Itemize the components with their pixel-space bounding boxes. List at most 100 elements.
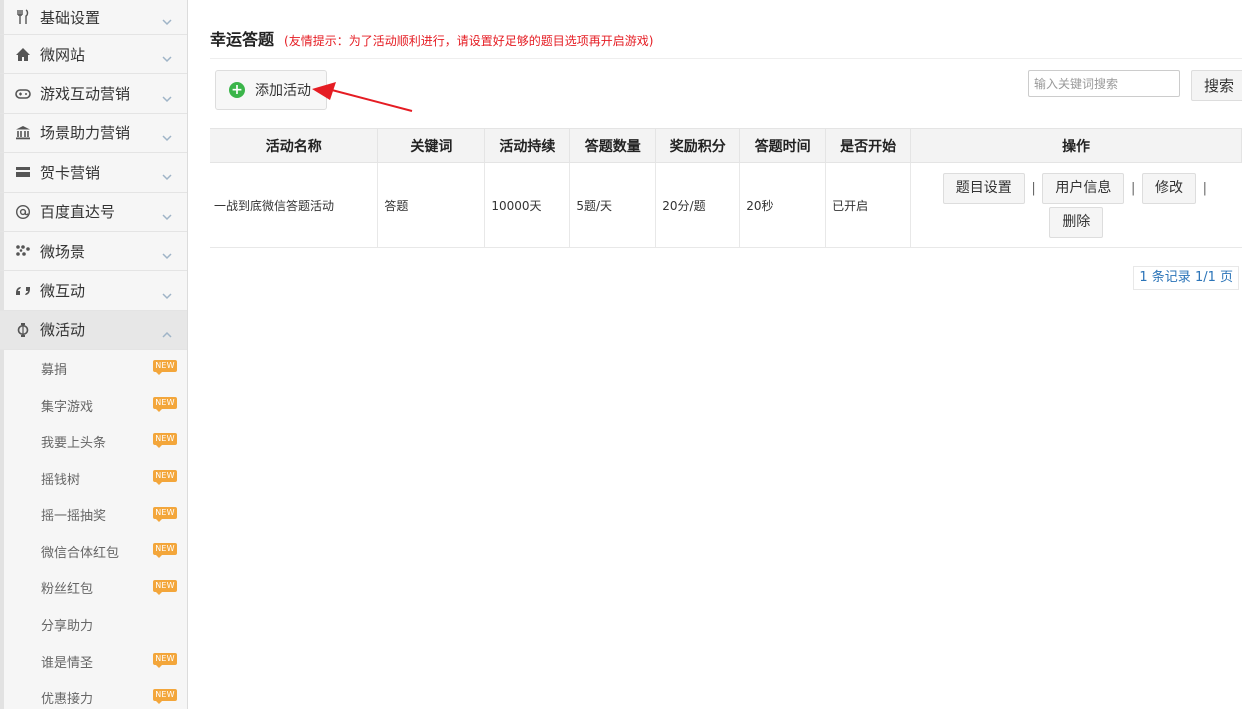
sidebar-item-label: 微活动 [40, 321, 86, 340]
lantern-icon [14, 321, 32, 339]
new-badge: NEW [153, 469, 177, 485]
chevron-down-icon [161, 207, 173, 220]
sidebar-item-label: 游戏互动营销 [40, 85, 131, 104]
divider [210, 58, 1242, 59]
card-icon [14, 163, 32, 181]
user-info-button[interactable]: 用户信息 [1042, 172, 1125, 204]
points-cell: 20分/题 [655, 162, 740, 248]
sidebar-item-scene-assist[interactable]: 场景助力营销 [0, 114, 187, 154]
chevron-down-icon [161, 89, 173, 102]
hint-text: (友情提示：为了活动顺利进行，请设置好足够的题目选项再开启游戏) [284, 34, 654, 48]
new-badge: NEW [153, 689, 177, 705]
operations-cell: 题目设置 | 用户信息 | 修改 | 删除 [910, 162, 1242, 248]
sidebar-item-basic-settings[interactable]: 基础设置 [0, 0, 187, 35]
sidebar-subitem-love-master[interactable]: 谁是情圣 NEW [0, 643, 187, 680]
sidebar-item-greeting-card[interactable]: 贺卡营销 [0, 153, 187, 193]
question-settings-button[interactable]: 题目设置 [942, 172, 1025, 204]
sidebar-subitem-label: 谁是情圣 [41, 655, 94, 671]
sidebar-item-micro-activity[interactable]: 微活动 [0, 310, 187, 351]
sidebar-item-baidu-direct[interactable]: 百度直达号 [0, 193, 187, 232]
column-header: 活动名称 [210, 128, 379, 163]
sidebar-item-label: 微互动 [40, 282, 86, 301]
app-root: 基础设置 微网站 游戏互动营销 场景助力营销 贺卡营销 百度直达号 微场景 微互… [0, 0, 1242, 709]
sidebar-subitem-label: 优惠接力 [41, 692, 94, 708]
sidebar-item-label: 微网站 [40, 45, 86, 64]
delete-button[interactable]: 删除 [1049, 206, 1104, 238]
chevron-down-icon [161, 49, 173, 63]
sidebar-item-game-marketing[interactable]: 游戏互动营销 [0, 74, 187, 114]
sidebar-item-label: 场景助力营销 [40, 124, 131, 143]
table-row: 一战到底微信答题活动 答题 10000天 5题/天 20分/题 20秒 已开启 … [210, 162, 1242, 248]
sidebar-item-label: 微场景 [40, 242, 86, 261]
sidebar: 基础设置 微网站 游戏互动营销 场景助力营销 贺卡营销 百度直达号 微场景 微互… [0, 0, 188, 709]
column-header: 活动持续 [484, 128, 571, 163]
gamepad-icon [14, 85, 32, 103]
sidebar-subitem-label: 微信合体红包 [41, 545, 120, 561]
sidebar-subitem-share-assist[interactable]: 分享助力 [0, 606, 187, 643]
column-header: 是否开始 [825, 128, 912, 163]
chevron-down-icon [161, 286, 173, 299]
sidebar-subitem-label: 分享助力 [41, 619, 94, 635]
sidebar-subitem-fan-red-packet[interactable]: 粉丝红包 NEW [0, 570, 187, 607]
search-button[interactable]: 搜索 [1191, 70, 1242, 101]
answer-time-cell: 20秒 [739, 162, 826, 248]
column-header: 答题数量 [569, 128, 657, 163]
chevron-down-icon [161, 167, 173, 181]
column-header: 关键词 [377, 128, 486, 163]
keyword-cell: 答题 [377, 162, 485, 248]
sidebar-item-micro-interaction[interactable]: 微互动 [0, 271, 187, 311]
activity-table: 活动名称 关键词 活动持续 答题数量 奖励积分 答题时间 是否开始 操作 一战到… [210, 128, 1242, 248]
table-header-row: 活动名称 关键词 活动持续 答题数量 奖励积分 答题时间 是否开始 操作 [210, 128, 1242, 163]
grid-dots-icon [14, 242, 32, 260]
question-count-cell: 5题/天 [569, 162, 656, 248]
red-arrow-annotation [312, 82, 413, 112]
column-header: 答题时间 [739, 128, 827, 163]
sidebar-item-label: 基础设置 [40, 8, 101, 27]
utensils-icon [14, 8, 32, 26]
edit-button[interactable]: 修改 [1142, 172, 1197, 204]
sidebar-subitem-combined-red-packet[interactable]: 微信合体红包 NEW [0, 533, 187, 570]
separator: | [1031, 180, 1036, 196]
sidebar-subitem-word-collect[interactable]: 集字游戏 NEW [0, 387, 187, 424]
sidebar-item-micro-website[interactable]: 微网站 [0, 35, 187, 75]
at-icon [14, 203, 32, 221]
sidebar-item-label: 百度直达号 [40, 203, 116, 222]
sidebar-subitem-donation[interactable]: 募捐 NEW [0, 350, 187, 387]
separator: | [1202, 180, 1208, 196]
pagination-info: 1 条记录 1/1 页 [1133, 266, 1239, 290]
sidebar-subitem-label: 摇钱树 [41, 472, 81, 488]
sidebar-subitem-label: 粉丝红包 [41, 582, 94, 598]
activity-name-cell: 一战到底微信答题活动 [210, 162, 378, 248]
main-content: 幸运答题 (友情提示：为了活动顺利进行，请设置好足够的题目选项再开启游戏) + … [210, 0, 1242, 709]
column-header: 操作 [910, 128, 1242, 163]
sidebar-subitem-label: 集字游戏 [41, 399, 94, 415]
sidebar-item-micro-scene[interactable]: 微场景 [0, 232, 187, 272]
new-badge: NEW [153, 579, 177, 595]
search-input[interactable] [1028, 70, 1180, 97]
new-badge: NEW [153, 433, 177, 449]
sidebar-subitem-shake-lottery[interactable]: 摇一摇抽奖 NEW [0, 497, 187, 534]
separator: | [1131, 180, 1136, 196]
sidebar-subitem-headline[interactable]: 我要上头条 NEW [0, 423, 187, 460]
new-badge: NEW [153, 652, 177, 668]
status-cell: 已开启 [825, 162, 911, 248]
duration-cell: 10000天 [484, 162, 570, 248]
new-badge: NEW [153, 360, 177, 376]
chevron-up-icon [161, 325, 173, 338]
new-badge: NEW [153, 396, 177, 412]
plus-circle-icon: + [229, 82, 245, 98]
sidebar-subitem-label: 摇一摇抽奖 [41, 509, 107, 525]
sidebar-subitem-money-tree[interactable]: 摇钱树 NEW [0, 460, 187, 497]
chevron-down-icon [161, 246, 173, 260]
page-title: 幸运答题 [210, 30, 275, 49]
chevron-down-icon [161, 128, 173, 142]
sidebar-subitem-label: 我要上头条 [41, 436, 107, 452]
new-badge: NEW [153, 506, 177, 522]
column-header: 奖励积分 [655, 128, 741, 163]
title-row: 幸运答题 (友情提示：为了活动顺利进行，请设置好足够的题目选项再开启游戏) [210, 26, 653, 50]
quote-icon [14, 282, 32, 300]
sidebar-subitem-label: 募捐 [41, 362, 68, 378]
sidebar-item-label: 贺卡营销 [40, 163, 101, 182]
chevron-down-icon [161, 12, 173, 26]
sidebar-subitem-discount-relay[interactable]: 优惠接力 NEW [0, 679, 187, 709]
